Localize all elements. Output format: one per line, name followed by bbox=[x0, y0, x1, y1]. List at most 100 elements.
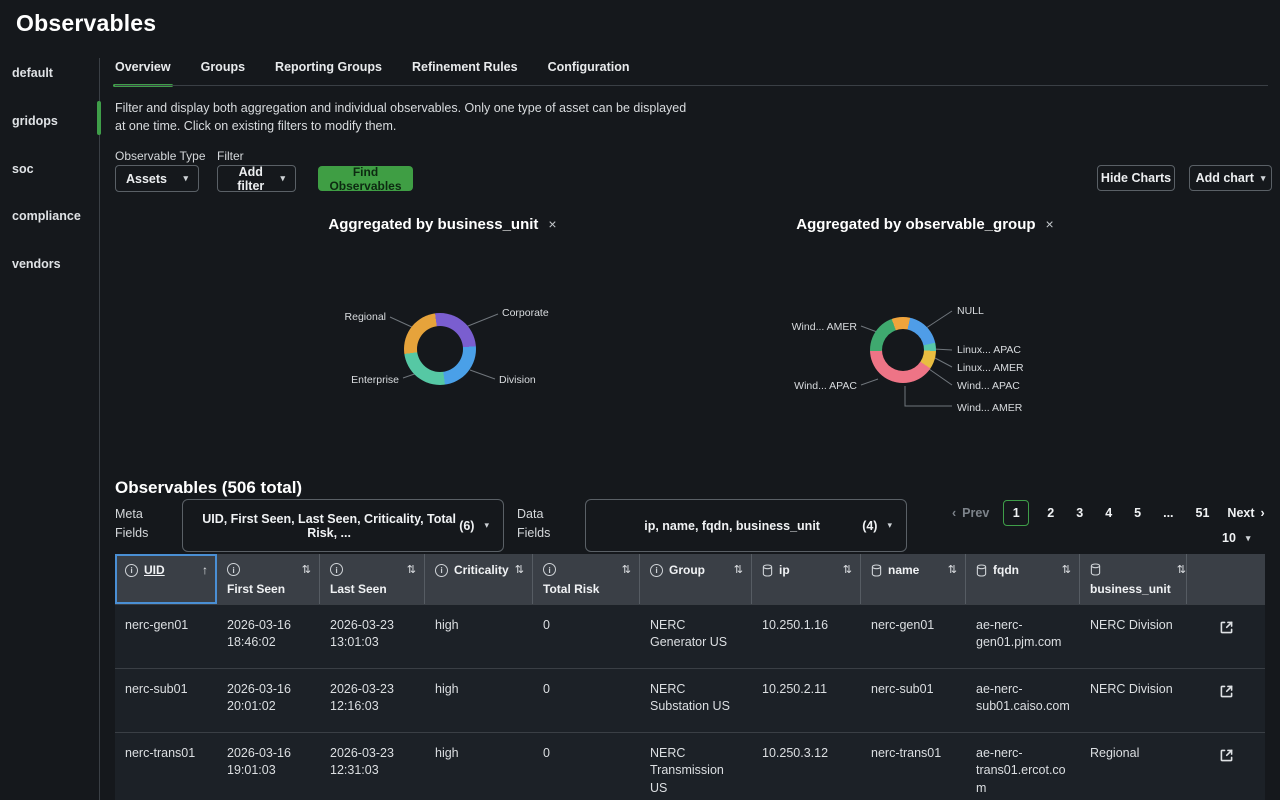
page-button-4[interactable]: 4 bbox=[1101, 506, 1116, 520]
column-header-total-risk[interactable]: iTotal Risk ⇅ bbox=[533, 554, 640, 604]
prev-page-button[interactable]: ‹ Prev bbox=[952, 506, 989, 520]
filter-label: Filter bbox=[217, 149, 244, 163]
sort-icon: ⇅ bbox=[302, 563, 311, 576]
chevron-left-icon: ‹ bbox=[952, 506, 956, 520]
add-filter-button[interactable]: Add filter ▾ bbox=[217, 165, 296, 192]
info-icon: i bbox=[543, 563, 556, 576]
charts-row: Aggregated by business_unit× Aggregated … bbox=[0, 210, 1280, 472]
info-icon: i bbox=[435, 564, 448, 577]
chart-label-null: NULL bbox=[957, 305, 984, 317]
chart-label-division: Division bbox=[499, 374, 536, 386]
column-header-criticality[interactable]: iCriticality ⇅ bbox=[425, 554, 533, 604]
observable-type-value: Assets bbox=[126, 172, 167, 186]
open-observable-button[interactable] bbox=[1218, 747, 1235, 765]
cell-last-seen: 2026-03-23 12:16:03 bbox=[320, 669, 425, 732]
tab-groups[interactable]: Groups bbox=[201, 60, 245, 87]
meta-fields-select[interactable]: UID, First Seen, Last Seen, Criticality,… bbox=[182, 499, 504, 552]
cell-business-unit: Regional bbox=[1080, 733, 1187, 800]
cell-group: NERC Substation US bbox=[640, 669, 752, 732]
add-chart-button[interactable]: Add chart ▾ bbox=[1189, 165, 1272, 191]
observables-table: iUID ↑ iFirst Seen ⇅ iLast Seen ⇅ iCriti… bbox=[115, 554, 1265, 800]
tab-overview[interactable]: Overview bbox=[115, 60, 171, 87]
column-header-business-unit[interactable]: business_unit ⇅ bbox=[1080, 554, 1187, 604]
cell-fqdn: ae-nerc-sub01.caiso.com bbox=[966, 669, 1080, 732]
pagination: ‹ Prev 1 2 3 4 5 ... 51 Next › bbox=[952, 500, 1265, 526]
tab-bar: Overview Groups Reporting Groups Refinem… bbox=[115, 60, 630, 87]
observables-heading: Observables (506 total) bbox=[115, 478, 302, 498]
sidebar-item-default[interactable]: default bbox=[12, 66, 94, 80]
sort-icon: ⇅ bbox=[1062, 563, 1071, 576]
column-header-first-seen[interactable]: iFirst Seen ⇅ bbox=[217, 554, 320, 604]
chart-label-corporate: Corporate bbox=[502, 307, 549, 319]
chart-label-regional: Regional bbox=[322, 311, 386, 323]
chart-label-wind-apac-right: Wind... APAC bbox=[957, 380, 1020, 392]
donut-hole bbox=[882, 329, 924, 371]
chart-label-wind-apac-left: Wind... APAC bbox=[789, 380, 857, 392]
find-observables-button[interactable]: Find Observables bbox=[318, 166, 413, 191]
page-button-2[interactable]: 2 bbox=[1043, 506, 1058, 520]
chevron-down-icon: ▾ bbox=[887, 520, 892, 531]
cell-uid: nerc-sub01 bbox=[115, 669, 217, 732]
cell-last-seen: 2026-03-23 12:31:03 bbox=[320, 733, 425, 800]
cell-last-seen: 2026-03-23 13:01:03 bbox=[320, 605, 425, 668]
column-header-last-seen[interactable]: iLast Seen ⇅ bbox=[320, 554, 425, 604]
tab-configuration[interactable]: Configuration bbox=[548, 60, 630, 87]
cell-uid: nerc-trans01 bbox=[115, 733, 217, 800]
data-fields-select[interactable]: ip, name, fqdn, business_unit (4) ▾ bbox=[585, 499, 907, 552]
cell-ip: 10.250.3.12 bbox=[752, 733, 861, 800]
column-header-group[interactable]: iGroup ⇅ bbox=[640, 554, 752, 604]
page-size-select[interactable]: 10 ▾ bbox=[1222, 531, 1250, 545]
column-header-ip[interactable]: ip ⇅ bbox=[752, 554, 861, 604]
info-icon: i bbox=[650, 564, 663, 577]
cell-name: nerc-gen01 bbox=[861, 605, 966, 668]
page-button-3[interactable]: 3 bbox=[1072, 506, 1087, 520]
cell-business-unit: NERC Division bbox=[1080, 669, 1187, 732]
external-link-icon bbox=[1218, 683, 1235, 700]
sidebar-item-soc[interactable]: soc bbox=[12, 162, 94, 176]
info-icon: i bbox=[330, 563, 343, 576]
table-row: nerc-gen01 2026-03-16 18:46:02 2026-03-2… bbox=[115, 604, 1265, 668]
meta-fields-label: Meta Fields bbox=[115, 505, 165, 543]
cell-total-risk: 0 bbox=[533, 733, 640, 800]
tab-reporting-groups[interactable]: Reporting Groups bbox=[275, 60, 382, 87]
data-fields-count: (4) bbox=[862, 519, 877, 533]
column-header-fqdn[interactable]: fqdn ⇅ bbox=[966, 554, 1080, 604]
sort-icon: ⇅ bbox=[1177, 563, 1186, 576]
table-header-row: iUID ↑ iFirst Seen ⇅ iLast Seen ⇅ iCriti… bbox=[115, 554, 1265, 604]
page-button-5[interactable]: 5 bbox=[1130, 506, 1145, 520]
open-observable-button[interactable] bbox=[1218, 619, 1235, 637]
open-observable-button[interactable] bbox=[1218, 683, 1235, 701]
chart-label-wind-amer-left: Wind... AMER bbox=[789, 321, 857, 333]
sort-icon: ⇅ bbox=[843, 563, 852, 576]
chevron-down-icon: ▾ bbox=[183, 173, 188, 184]
sidebar-item-gridops[interactable]: gridops bbox=[12, 114, 94, 128]
page-description: Filter and display both aggregation and … bbox=[115, 100, 690, 136]
cell-group: NERC Transmission US bbox=[640, 733, 752, 800]
table-row: nerc-sub01 2026-03-16 20:01:02 2026-03-2… bbox=[115, 668, 1265, 732]
cell-total-risk: 0 bbox=[533, 669, 640, 732]
cell-ip: 10.250.1.16 bbox=[752, 605, 861, 668]
observable-type-select[interactable]: Assets ▾ bbox=[115, 165, 199, 192]
database-icon bbox=[762, 564, 773, 577]
chevron-down-icon: ▾ bbox=[1246, 533, 1251, 544]
database-icon bbox=[871, 564, 882, 577]
cell-criticality: high bbox=[425, 669, 533, 732]
chart-label-wind-amer-bottom: Wind... AMER bbox=[957, 402, 1022, 414]
chart-leader-lines bbox=[0, 210, 1280, 472]
cell-criticality: high bbox=[425, 605, 533, 668]
next-page-button[interactable]: Next › bbox=[1227, 506, 1264, 520]
hide-charts-button[interactable]: Hide Charts bbox=[1097, 165, 1175, 191]
chart-label-linux-apac: Linux... APAC bbox=[957, 344, 1021, 356]
external-link-icon bbox=[1218, 619, 1235, 636]
table-row: nerc-trans01 2026-03-16 19:01:03 2026-03… bbox=[115, 732, 1265, 800]
column-header-name[interactable]: name ⇅ bbox=[861, 554, 966, 604]
info-icon: i bbox=[227, 563, 240, 576]
tab-refinement-rules[interactable]: Refinement Rules bbox=[412, 60, 518, 87]
page-button-51[interactable]: 51 bbox=[1192, 506, 1214, 520]
observables-page: Observables default gridops soc complian… bbox=[0, 0, 1280, 800]
cell-criticality: high bbox=[425, 733, 533, 800]
page-button-1[interactable]: 1 bbox=[1003, 500, 1029, 526]
sort-icon: ⇅ bbox=[622, 563, 631, 576]
column-header-uid[interactable]: iUID ↑ bbox=[115, 554, 217, 604]
info-icon: i bbox=[125, 564, 138, 577]
